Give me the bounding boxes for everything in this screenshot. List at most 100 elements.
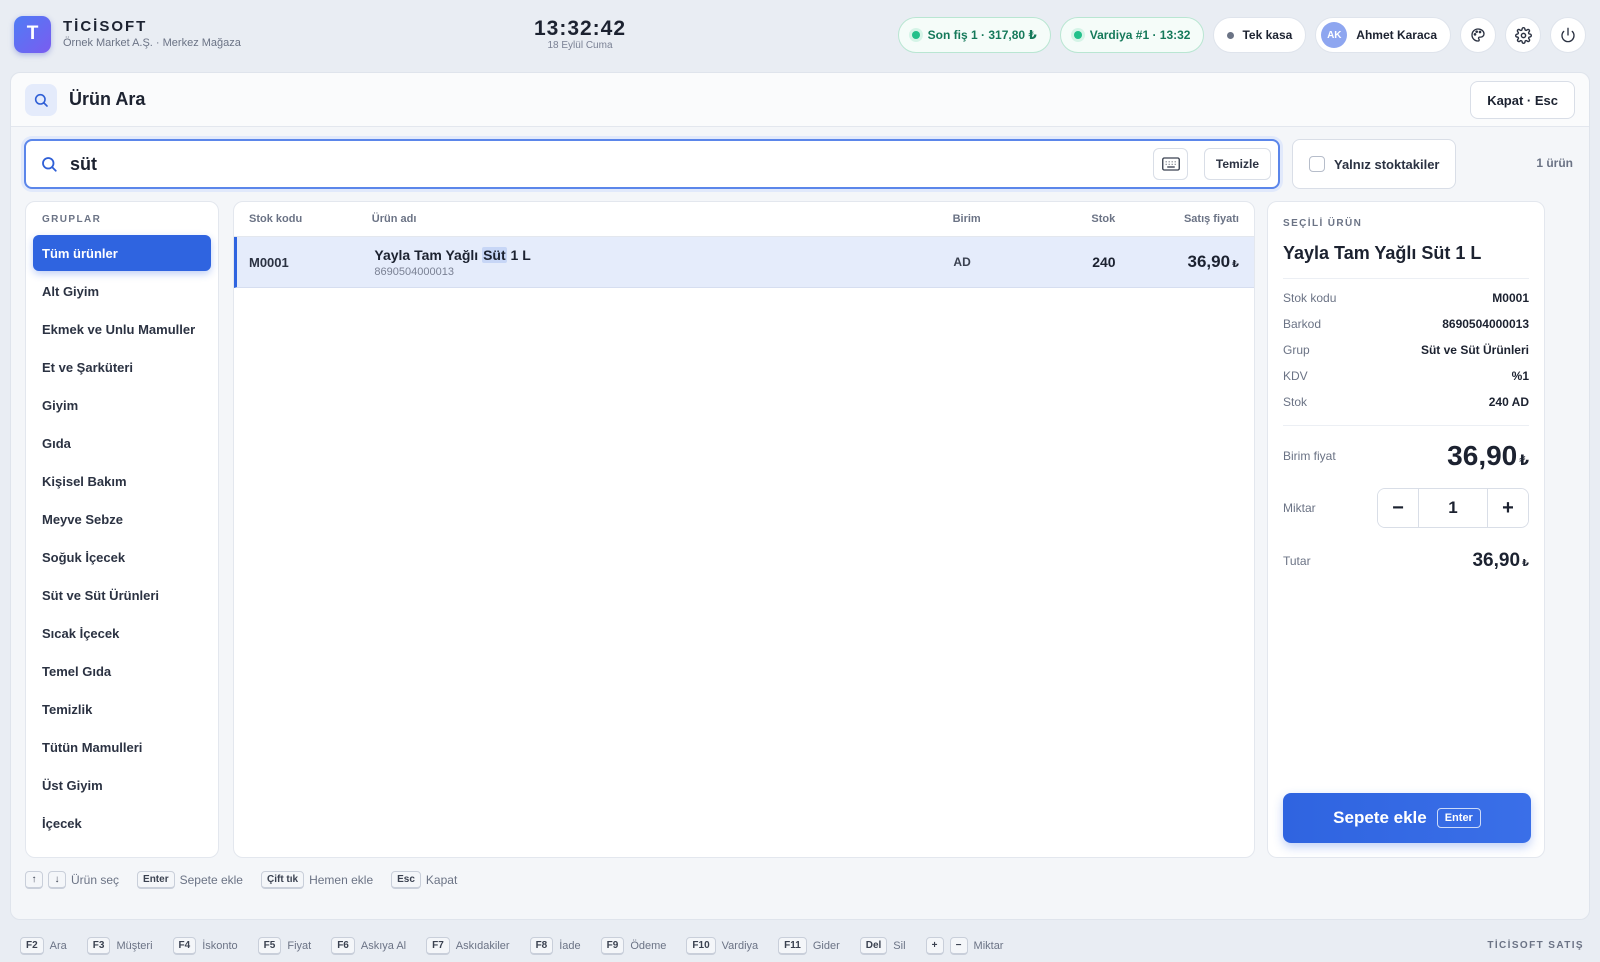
field-label: Barkod — [1283, 317, 1322, 331]
fkey-label: Ara — [49, 939, 67, 952]
group-item[interactable]: Meyve Sebze — [33, 501, 211, 537]
header-code[interactable]: Stok kodu — [234, 213, 357, 225]
keyboard-icon — [1161, 157, 1180, 171]
settings-button[interactable] — [1505, 17, 1541, 53]
group-item[interactable]: Giyim — [33, 387, 211, 423]
fkey-f11[interactable]: F11 Gider — [778, 936, 840, 955]
theme-button[interactable] — [1460, 17, 1496, 53]
fkey-f5[interactable]: F5 Fiyat — [257, 936, 311, 955]
fkey-f4[interactable]: F4 İskonto — [172, 936, 238, 955]
header-stock[interactable]: Stok — [1037, 213, 1137, 225]
add-to-cart-button[interactable]: Sepete ekle Enter — [1283, 793, 1531, 843]
decrease-button[interactable]: − — [1378, 489, 1418, 527]
row-price-value: 36,90 — [1187, 252, 1231, 271]
power-icon — [1561, 27, 1575, 43]
group-item[interactable]: Et ve Şarküteri — [33, 349, 211, 385]
currency-icon: ₺ — [1522, 558, 1529, 569]
gear-icon — [1514, 26, 1532, 44]
quantity-value[interactable]: 1 — [1418, 489, 1488, 527]
last-receipt-text: Son fiş 1 · 317,80 ₺ — [927, 28, 1037, 42]
avatar: AK — [1321, 22, 1348, 48]
group-item[interactable]: Temel Gıda — [33, 653, 211, 689]
add-to-cart-label: Sepete ekle — [1333, 808, 1427, 827]
search-input[interactable]: süt Temizle — [24, 139, 1280, 189]
fkey-f2[interactable]: F2 Ara — [20, 936, 67, 955]
header-unit[interactable]: Birim — [938, 213, 1038, 225]
footer-brand: TİCİSOFT SATIŞ — [1487, 940, 1584, 951]
row-name-post: 1 L — [506, 246, 531, 263]
fkey-f10[interactable]: F10 Vardiya — [686, 936, 758, 955]
group-item[interactable]: Kişisel Bakım — [33, 463, 211, 499]
unit-price: 36,90 ₺ — [1447, 440, 1529, 472]
fkey-key: F7 — [426, 936, 450, 955]
field-value: 8690504000013 — [1442, 317, 1529, 331]
fkey-key: Del — [859, 936, 888, 955]
brand: TİCİSOFT Örnek Market A.Ş. · Merkez Mağa… — [63, 18, 241, 50]
fkey-del[interactable]: Del Sil — [859, 936, 906, 955]
header-price[interactable]: Satış fiyatı — [1137, 213, 1254, 225]
fkey-label: Ödeme — [630, 939, 667, 952]
group-item[interactable]: Soğuk İçecek — [33, 539, 211, 575]
function-key-bar: F2 Ara F3 Müşteri F4 İskonto F5 Fiyat F6 Askıya A… — [0, 929, 1600, 962]
fkey-quantity[interactable]: + − Miktar — [925, 936, 1003, 955]
group-item[interactable]: Alt Giyim — [33, 273, 211, 309]
selected-title: Yayla Tam Yağlı Süt 1 L — [1283, 243, 1529, 279]
fkey-key: F3 — [86, 936, 111, 955]
clock: 13:32:42 18 Eylül Cuma — [500, 18, 660, 51]
quantity-row: Miktar − 1 + — [1283, 488, 1529, 528]
shift-badge[interactable]: Vardiya #1 · 13:32 — [1059, 17, 1205, 53]
register-badge[interactable]: Tek kasa — [1213, 17, 1307, 53]
group-item[interactable]: Temizlik — [33, 691, 211, 727]
hint-select-text: Ürün seç — [71, 873, 120, 887]
enter-key: Enter — [137, 871, 175, 889]
fkey-key: F11 — [778, 936, 807, 955]
hint-enter: Enter Sepete ekle — [137, 871, 243, 889]
arrow-up-key-icon: ↑ — [25, 871, 43, 889]
total: 36,90 ₺ — [1472, 550, 1529, 572]
total-label: Tutar — [1283, 554, 1311, 568]
fkey-f7[interactable]: F7 Askıdakiler — [426, 936, 510, 955]
row-stock: 240 — [1092, 254, 1116, 270]
stock-only-toggle[interactable]: Yalnız stoktakiler — [1292, 139, 1456, 189]
keyboard-hints: ↑ ↓ Ürün seç Enter Sepete ekle Çift tık … — [25, 871, 475, 889]
plus-key: + — [925, 936, 944, 955]
fkey-f3[interactable]: F3 Müşteri — [86, 936, 153, 955]
fkey-key: F6 — [331, 936, 355, 955]
total-value: 36,90 — [1472, 550, 1521, 571]
increase-button[interactable]: + — [1488, 489, 1528, 527]
fkey-key: F9 — [600, 936, 625, 955]
groups-title: GRUPLAR — [42, 214, 102, 225]
row-name-cell: Yayla Tam Yağlı Süt 1 L 8690504000013 — [359, 246, 938, 278]
group-item[interactable]: Üst Giyim — [33, 767, 211, 803]
enter-key-tag: Enter — [1436, 808, 1481, 828]
keyboard-button[interactable] — [1153, 148, 1188, 180]
clock-date: 18 Eylül Cuma — [547, 40, 613, 51]
row-barcode: 8690504000013 — [374, 265, 454, 278]
dialog-header: Ürün Ara Kapat · Esc — [11, 73, 1589, 127]
group-item[interactable]: İçecek — [33, 805, 211, 841]
group-item[interactable]: Tütün Mamulleri — [33, 729, 211, 765]
search-value[interactable]: süt — [70, 154, 97, 175]
group-item[interactable]: Tüm ürünler — [33, 235, 211, 271]
header-name[interactable]: Ürün adı — [357, 213, 938, 225]
close-button[interactable]: Kapat · Esc — [1470, 81, 1575, 119]
group-item[interactable]: Ekmek ve Unlu Mamuller — [33, 311, 211, 347]
group-item[interactable]: Süt ve Süt Ürünleri — [33, 577, 211, 613]
last-receipt-badge[interactable]: Son fiş 1 · 317,80 ₺ — [897, 17, 1051, 53]
fkey-f8[interactable]: F8 İade — [529, 936, 581, 955]
power-button[interactable] — [1550, 17, 1586, 53]
fkey-f6[interactable]: F6 Askıya Al — [331, 936, 406, 955]
fkey-f9[interactable]: F9 Ödeme — [600, 936, 667, 955]
detail-field: Stok 240 AD — [1283, 389, 1529, 415]
fkey-key: F5 — [257, 936, 282, 955]
field-label: Grup — [1283, 343, 1310, 357]
search-row: süt Temizle Yalnız stoktakiler 1 ürün — [24, 139, 1575, 189]
unit-price-label: Birim fiyat — [1283, 449, 1336, 463]
stock-only-checkbox[interactable] — [1309, 156, 1325, 172]
group-item[interactable]: Gıda — [33, 425, 211, 461]
product-search-dialog: Ürün Ara Kapat · Esc süt Temizle Yalnız … — [10, 72, 1590, 920]
user-menu[interactable]: AK Ahmet Karaca — [1315, 17, 1451, 53]
table-row[interactable]: M0001 Yayla Tam Yağlı Süt 1 L 8690504000… — [234, 237, 1254, 288]
group-item[interactable]: Sıcak İçecek — [33, 615, 211, 651]
clear-button[interactable]: Temizle — [1203, 148, 1271, 180]
